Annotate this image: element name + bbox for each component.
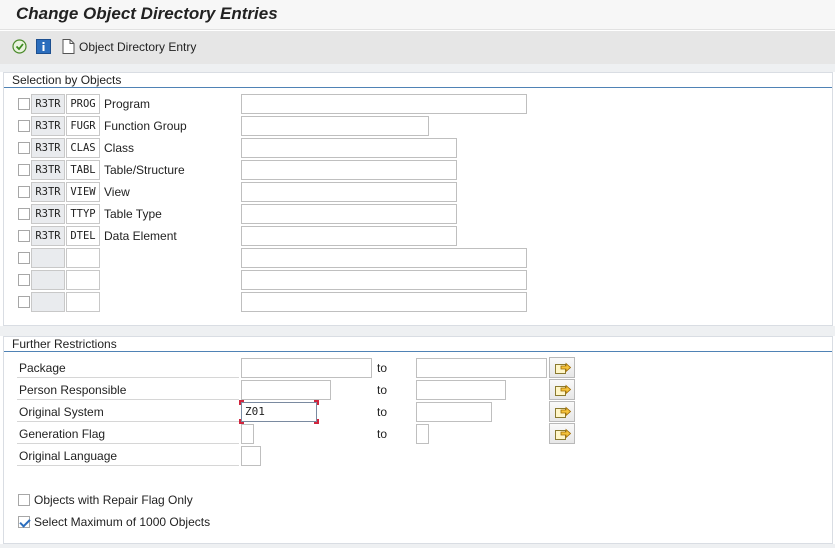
- focus-corner: [314, 419, 319, 424]
- object-type-field[interactable]: CLAS: [66, 138, 100, 158]
- object-name-input[interactable]: [241, 116, 429, 136]
- object-name-input[interactable]: [241, 94, 527, 114]
- page-title: Change Object Directory Entries: [16, 4, 278, 23]
- genflag-multiple-selection-button[interactable]: [549, 423, 575, 444]
- object-type-field[interactable]: [66, 292, 100, 312]
- object-type-name: Data Element: [104, 229, 177, 243]
- object-type-field[interactable]: DTEL: [66, 226, 100, 246]
- group-title: Selection by Objects: [4, 73, 832, 88]
- row-select-checkbox[interactable]: [18, 120, 30, 132]
- spacer: [0, 64, 835, 72]
- spacer: [0, 544, 835, 548]
- package-multiple-selection-button[interactable]: [549, 357, 575, 378]
- original-language-input[interactable]: [241, 446, 261, 466]
- to-label: to: [377, 427, 388, 441]
- row-select-checkbox[interactable]: [18, 230, 30, 242]
- object-name-input[interactable]: [241, 226, 457, 246]
- focus-corner: [314, 400, 319, 405]
- pgmid-field[interactable]: R3TR: [31, 116, 65, 136]
- object-name-input[interactable]: [241, 204, 457, 224]
- pgmid-field[interactable]: R3TR: [31, 226, 65, 246]
- pgmid-field[interactable]: R3TR: [31, 160, 65, 180]
- pgmid-field[interactable]: R3TR: [31, 94, 65, 114]
- object-name-input[interactable]: [241, 292, 527, 312]
- object-name-input[interactable]: [241, 248, 527, 268]
- object-type-field[interactable]: PROG: [66, 94, 100, 114]
- row-select-checkbox[interactable]: [18, 274, 30, 286]
- focus-corner: [239, 400, 244, 405]
- row-select-checkbox[interactable]: [18, 186, 30, 198]
- to-label: to: [377, 405, 388, 419]
- person-responsible-label: Person Responsible: [17, 380, 239, 400]
- multiple-selection-arrow-icon: [555, 428, 571, 440]
- execute-icon[interactable]: [12, 39, 27, 54]
- object-type-name: Program: [104, 97, 151, 111]
- max-objects-checkbox[interactable]: [18, 516, 30, 528]
- person-responsible-to-input[interactable]: [416, 380, 506, 400]
- generation-flag-label: Generation Flag: [17, 424, 239, 444]
- object-name-input[interactable]: [241, 160, 457, 180]
- row-select-checkbox[interactable]: [18, 296, 30, 308]
- system-multiple-selection-button[interactable]: [549, 401, 575, 422]
- row-select-checkbox[interactable]: [18, 164, 30, 176]
- original-system-from-input[interactable]: Z01: [241, 402, 317, 422]
- multiple-selection-arrow-icon: [555, 384, 571, 396]
- multiple-selection-arrow-icon: [555, 406, 571, 418]
- pgmid-field[interactable]: [31, 270, 65, 290]
- object-type-field[interactable]: TABL: [66, 160, 100, 180]
- max-objects-label: Select Maximum of 1000 Objects: [34, 515, 211, 529]
- document-icon[interactable]: [62, 39, 77, 54]
- original-language-label: Original Language: [17, 446, 239, 466]
- object-type-field[interactable]: FUGR: [66, 116, 100, 136]
- original-system-label: Original System: [17, 402, 239, 422]
- generation-flag-from-input[interactable]: [241, 424, 254, 444]
- object-type-name: View: [104, 185, 130, 199]
- person-responsible-from-input[interactable]: [241, 380, 331, 400]
- spacer: [0, 326, 835, 336]
- package-from-input[interactable]: [241, 358, 372, 378]
- object-type-field[interactable]: [66, 248, 100, 268]
- generation-flag-to-input[interactable]: [416, 424, 429, 444]
- to-label: to: [377, 383, 388, 397]
- package-to-input[interactable]: [416, 358, 547, 378]
- object-type-name: Table Type: [104, 207, 162, 221]
- row-select-checkbox[interactable]: [18, 142, 30, 154]
- row-select-checkbox[interactable]: [18, 208, 30, 220]
- object-name-input[interactable]: [241, 270, 527, 290]
- pgmid-field[interactable]: [31, 292, 65, 312]
- object-name-input[interactable]: [241, 182, 457, 202]
- pgmid-field[interactable]: R3TR: [31, 204, 65, 224]
- multiple-selection-arrow-icon: [555, 362, 571, 374]
- to-label: to: [377, 361, 388, 375]
- object-type-name: Function Group: [104, 119, 187, 133]
- object-type-name: Class: [104, 141, 135, 155]
- original-system-to-input[interactable]: [416, 402, 492, 422]
- person-multiple-selection-button[interactable]: [549, 379, 575, 400]
- object-type-field[interactable]: VIEW: [66, 182, 100, 202]
- info-icon[interactable]: [36, 39, 51, 54]
- object-type-field[interactable]: [66, 270, 100, 290]
- object-type-name: Table/Structure: [104, 163, 185, 177]
- row-select-checkbox[interactable]: [18, 98, 30, 110]
- object-type-field[interactable]: TTYP: [66, 204, 100, 224]
- object-directory-entry-button[interactable]: Object Directory Entry: [79, 40, 196, 54]
- pgmid-field[interactable]: R3TR: [31, 138, 65, 158]
- row-select-checkbox[interactable]: [18, 252, 30, 264]
- repair-flag-label: Objects with Repair Flag Only: [34, 493, 193, 507]
- title-bar: Change Object Directory Entries: [0, 0, 835, 30]
- object-name-input[interactable]: [241, 138, 457, 158]
- package-label: Package: [17, 358, 239, 378]
- pgmid-field[interactable]: [31, 248, 65, 268]
- repair-flag-checkbox[interactable]: [18, 494, 30, 506]
- pgmid-field[interactable]: R3TR: [31, 182, 65, 202]
- application-toolbar: Object Directory Entry: [0, 31, 835, 64]
- group-title: Further Restrictions: [4, 337, 832, 352]
